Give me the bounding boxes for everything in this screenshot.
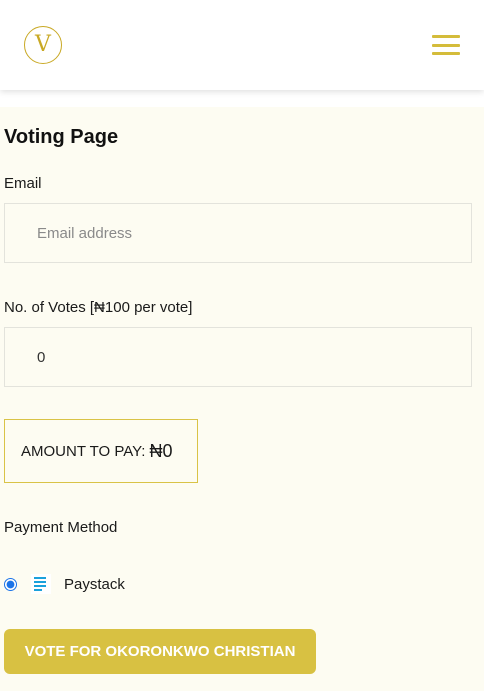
votes-label: No. of Votes [₦100 per vote] [4,299,193,316]
logo-letter: V [35,32,51,57]
votes-field[interactable] [4,327,472,387]
amount-to-pay-box: AMOUNT TO PAY: ₦0 [4,419,198,483]
menu-bar [432,52,460,55]
vote-button[interactable]: VOTE FOR OKORONKWO CHRISTIAN [4,629,316,674]
logo[interactable]: V [24,26,62,64]
paystack-icon [31,574,51,594]
site-header: V [0,0,484,90]
header-spacer [0,90,484,107]
menu-bar [432,35,460,38]
payment-option-paystack[interactable]: Paystack [4,571,125,597]
paystack-radio[interactable] [4,577,17,591]
email-field[interactable] [4,203,472,263]
paystack-label: Paystack [64,575,125,593]
menu-bar [432,43,460,47]
amount-label: AMOUNT TO PAY: [21,442,146,460]
page-title: Voting Page [4,126,119,148]
email-label: Email [4,175,42,192]
payment-method-label: Payment Method [4,519,118,536]
hamburger-menu-icon[interactable] [432,33,460,57]
amount-value: ₦0 [149,440,173,461]
